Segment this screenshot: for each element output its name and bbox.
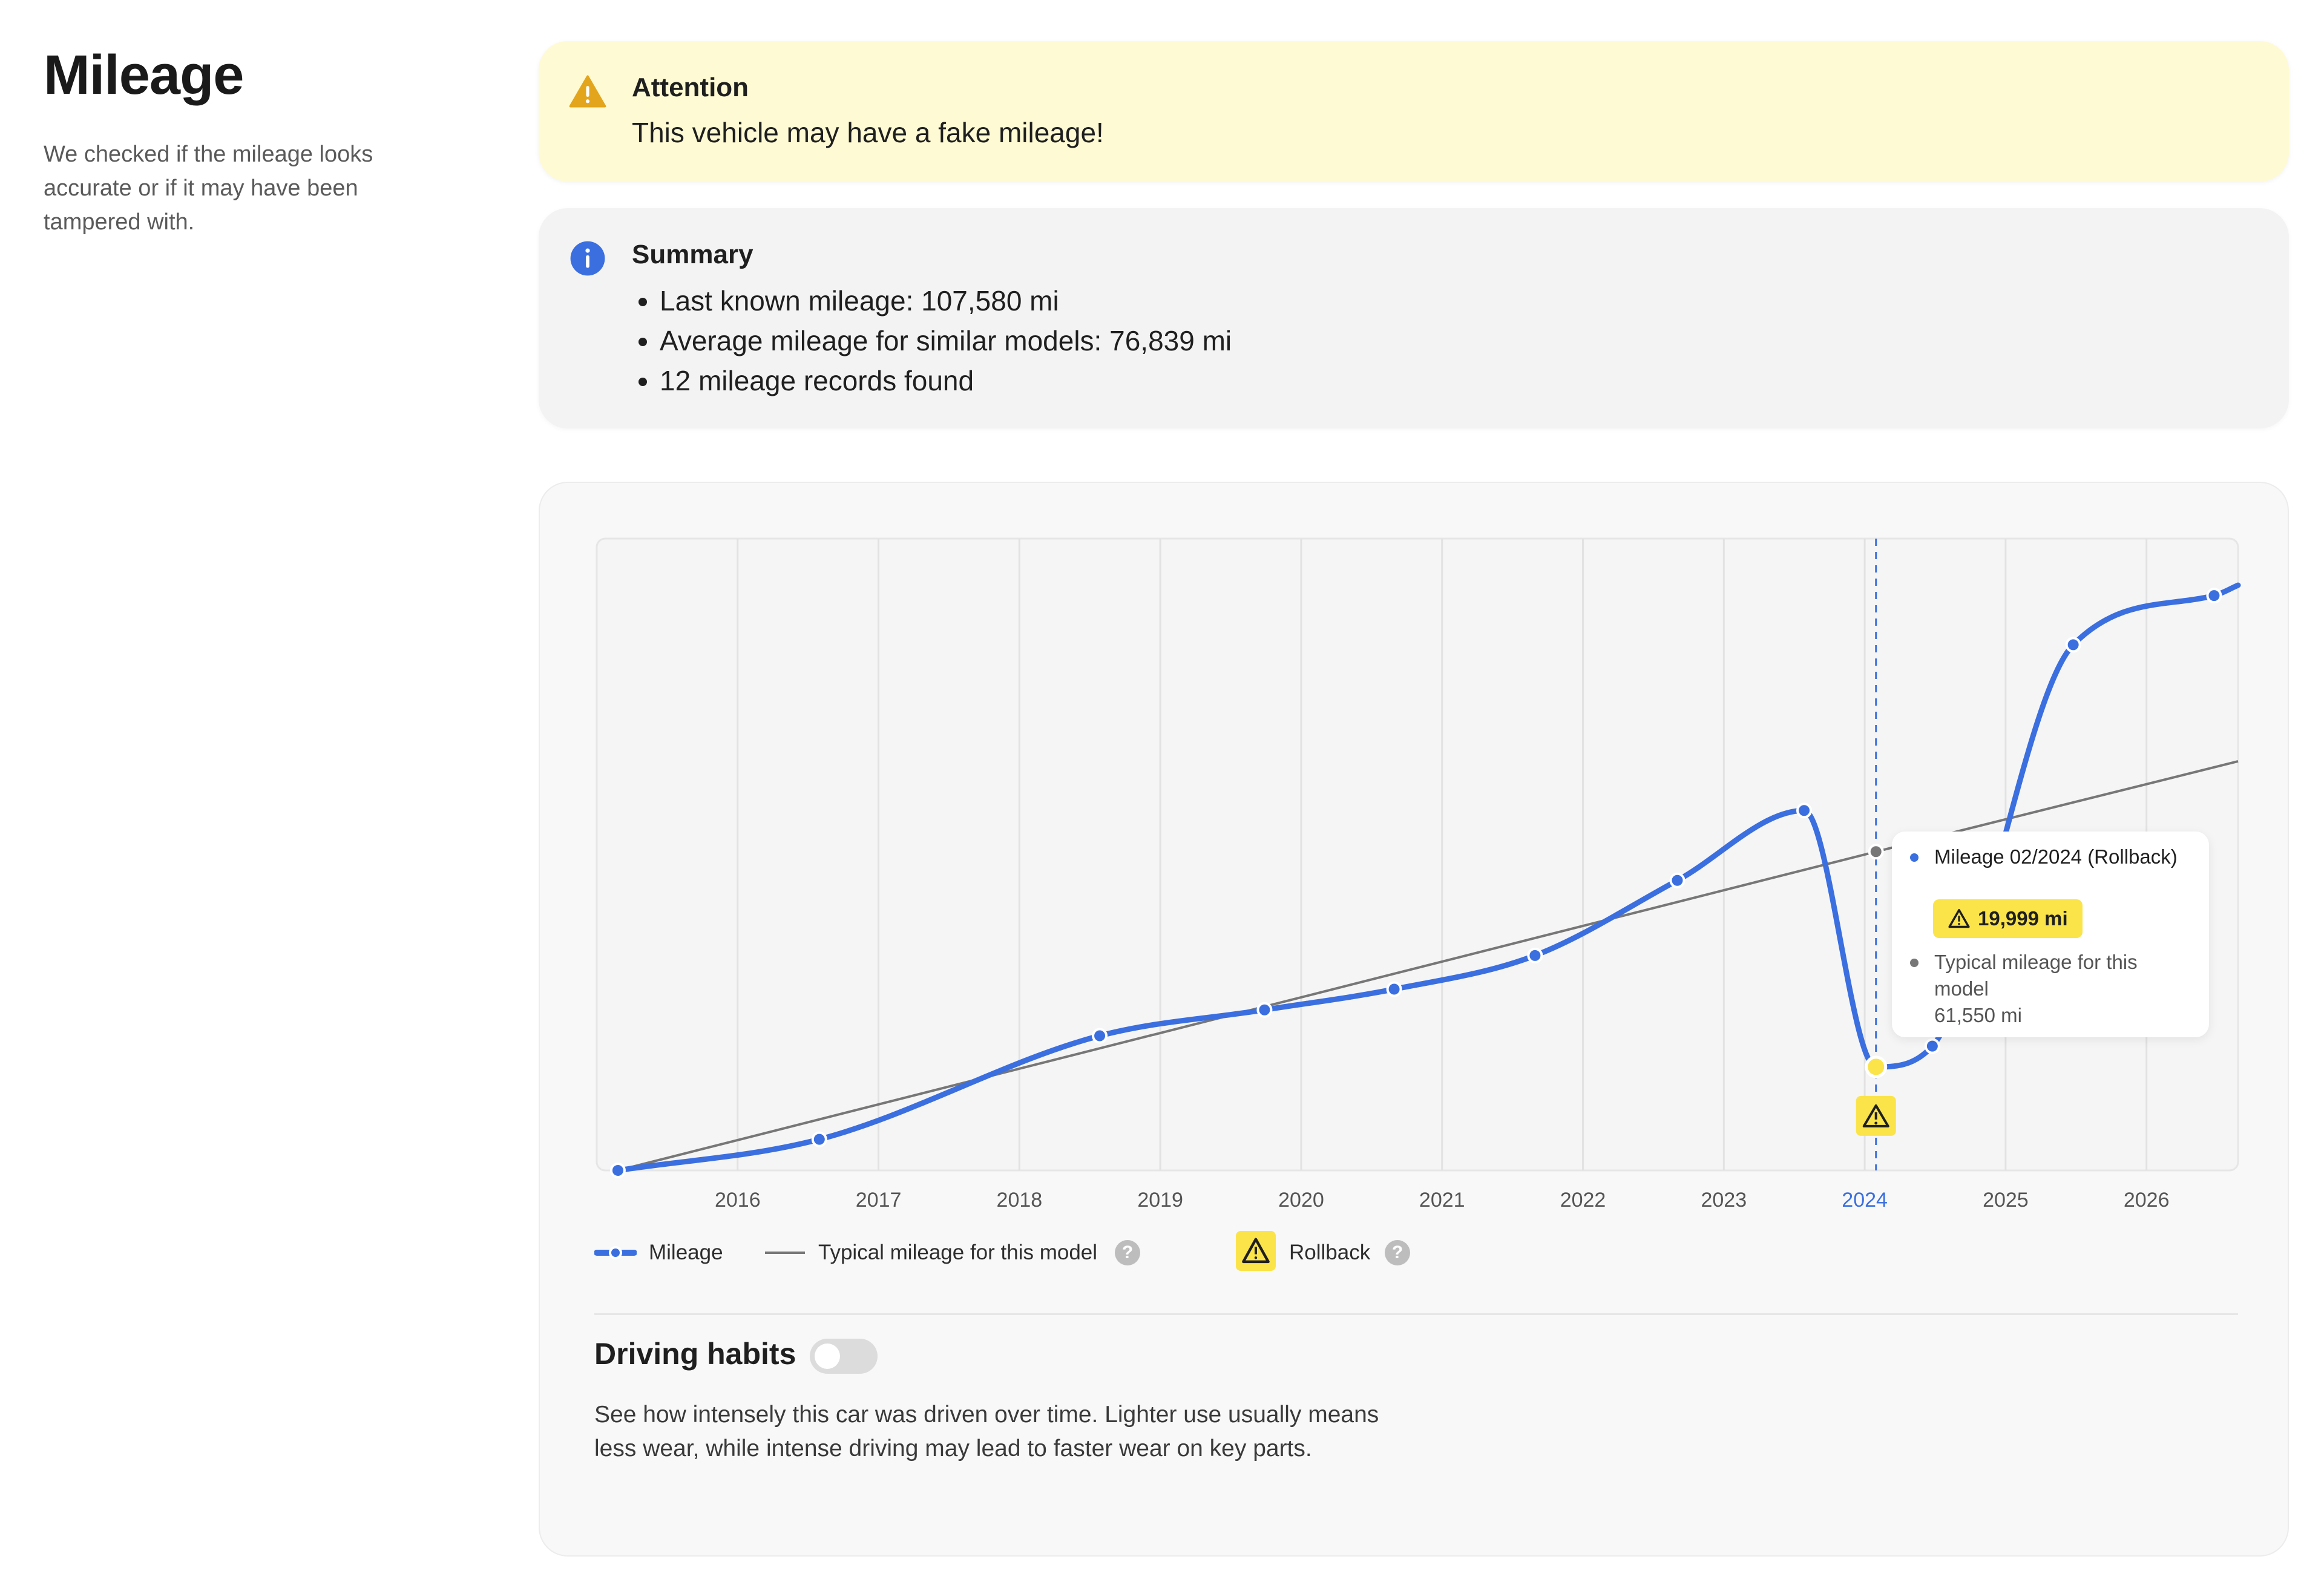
driving-habits-title: Driving habits [594, 1337, 796, 1371]
mileage-chart-card: 2016 2017 2018 2019 2020 2021 2022 2023 2024 2025… [539, 482, 2289, 1557]
warning-triangle-icon [569, 75, 606, 108]
tooltip-rollback-badge: 19,999 mi [1933, 899, 2083, 938]
legend-label-mileage: Mileage [649, 1241, 723, 1264]
mileage-point[interactable] [609, 1163, 626, 1178]
mileage-point[interactable] [1527, 947, 1543, 963]
summary-card: Summary Last known mileage: 107,580 mi A… [539, 208, 2289, 428]
chart-tooltip: Mileage 02/2024 (Rollback) 19,999 mi Typ… [1892, 832, 2209, 1037]
driving-habits-description: See how intensely this car was driven ov… [594, 1402, 1379, 1462]
legend-label-typical: Typical mileage for this model [818, 1241, 1098, 1264]
x-tick-label: 2017 [856, 1189, 902, 1212]
x-tick-label: 2020 [1278, 1189, 1324, 1212]
attention-title: Attention [632, 73, 749, 102]
help-icon[interactable]: ? [1385, 1240, 1410, 1265]
tooltip-typical-value: 61,550 mi [1934, 1004, 2022, 1026]
summary-item: 12 mileage records found [660, 361, 1232, 401]
mileage-point[interactable] [2065, 637, 2081, 653]
tooltip-typical: Typical mileage for this model 61,550 mi [1934, 949, 2194, 1029]
x-tick-label: 2019 [1137, 1189, 1183, 1212]
attention-alert: Attention This vehicle may have a fake m… [539, 41, 2289, 182]
divider [594, 1313, 2238, 1315]
x-tick-label: 2018 [997, 1189, 1043, 1212]
x-tick-label: 2021 [1419, 1189, 1465, 1212]
page-title: Mileage [44, 44, 244, 106]
tooltip-typical-label: Typical mileage for this model [1934, 951, 2138, 1000]
mileage-point[interactable] [2206, 588, 2222, 604]
rollback-point[interactable] [1865, 1055, 1888, 1078]
typical-point[interactable] [1868, 844, 1884, 860]
summary-item: Last known mileage: 107,580 mi [660, 281, 1232, 321]
warning-triangle-icon [1242, 1238, 1270, 1264]
warning-triangle-icon-dot [1874, 1121, 1878, 1125]
x-tick-label: 2025 [1983, 1189, 2029, 1212]
summary-list: Last known mileage: 107,580 mi Average m… [632, 281, 1232, 401]
rollback-icon [1236, 1231, 1276, 1271]
mileage-dot-icon [1910, 853, 1919, 862]
legend-label-rollback: Rollback [1289, 1241, 1371, 1264]
info-icon [570, 241, 605, 276]
mileage-point[interactable] [1924, 1038, 1940, 1054]
mileage-point[interactable] [1092, 1028, 1108, 1044]
attention-message: This vehicle may have a fake mileage! [632, 117, 1104, 148]
mileage-line-icon [594, 1246, 637, 1259]
summary-item: Average mileage for similar models: 76,8… [660, 321, 1232, 361]
summary-title: Summary [632, 240, 753, 269]
page-description: We checked if the mileage looks accurate… [44, 142, 373, 235]
x-tick-label: 2016 [715, 1189, 761, 1212]
mileage-point[interactable] [1386, 981, 1402, 997]
toggle-knob [815, 1344, 840, 1369]
typical-dot-icon [1910, 959, 1919, 967]
mileage-point[interactable] [1669, 872, 1686, 888]
x-tick-label: 2022 [1560, 1189, 1606, 1212]
tooltip-mileage-label: Mileage 02/2024 (Rollback) [1934, 845, 2178, 868]
driving-habits-toggle[interactable] [810, 1339, 878, 1374]
mileage-point[interactable] [1256, 1002, 1273, 1018]
mileage-point[interactable] [811, 1131, 827, 1147]
x-tick-label: 2026 [2124, 1189, 2170, 1212]
warning-triangle-icon [1948, 909, 1970, 928]
typical-line-icon [765, 1252, 805, 1254]
tooltip-mileage-value: 19,999 mi [1978, 907, 2068, 930]
page-header: Mileage We checked if the mileage looks … [44, 44, 419, 239]
mileage-point[interactable] [1796, 802, 1813, 819]
x-tick-label: 2024 [1842, 1189, 1888, 1212]
x-tick-label: 2023 [1701, 1189, 1747, 1212]
help-icon[interactable]: ? [1115, 1240, 1140, 1265]
